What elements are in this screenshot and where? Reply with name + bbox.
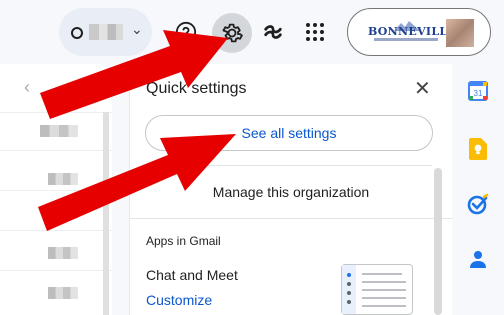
status-text-redacted (89, 24, 123, 40)
organization-logo: BONNEVILLE (366, 21, 456, 45)
older-page-button[interactable]: › (64, 77, 70, 98)
google-apps-button[interactable] (298, 15, 332, 49)
apps-grid-icon (306, 23, 324, 41)
table-row[interactable] (0, 230, 112, 259)
status-indicator-icon (71, 27, 83, 39)
manage-organization-link[interactable]: Manage this organization (130, 184, 452, 200)
settings-button[interactable] (212, 13, 252, 53)
divider (146, 165, 432, 166)
sender-redacted (48, 247, 78, 259)
help-circle-icon (175, 21, 197, 43)
account-button[interactable]: BONNEVILLE (347, 8, 491, 56)
tasks-icon (467, 193, 489, 215)
side-panel-rail: 31 (452, 64, 504, 315)
organization-logo-subtitle (374, 38, 438, 41)
chevron-down-icon: ⌄ (131, 21, 143, 37)
avatar (446, 19, 474, 47)
gemini-icon (264, 25, 282, 39)
gear-icon (222, 23, 243, 43)
divider (130, 218, 452, 219)
organization-logo-text: BONNEVILLE (368, 25, 457, 38)
mail-list-scrollbar[interactable] (103, 112, 109, 315)
keep-button[interactable] (466, 137, 490, 161)
sender-redacted (48, 207, 78, 219)
close-icon[interactable]: ✕ (414, 76, 431, 101)
quick-settings-panel: Quick settings ✕ See all settings Manage… (130, 64, 452, 315)
newer-page-button[interactable]: ‹ (24, 77, 30, 98)
sender-redacted (48, 173, 78, 185)
chat-and-meet-label: Chat and Meet (146, 267, 238, 283)
gemini-button[interactable] (256, 15, 290, 49)
help-button[interactable] (169, 15, 203, 49)
chat-layout-preview[interactable] (341, 264, 413, 315)
contacts-icon (470, 251, 486, 268)
keep-icon (469, 138, 487, 160)
calendar-button[interactable]: 31 (466, 79, 490, 103)
table-row[interactable] (0, 150, 112, 185)
table-row[interactable] (0, 190, 112, 219)
contacts-button[interactable] (466, 247, 490, 271)
tasks-button[interactable] (466, 192, 490, 216)
calendar-day: 31 (474, 89, 483, 98)
quick-settings-scrollbar[interactable] (434, 168, 442, 315)
preview-rail (342, 265, 356, 314)
quick-settings-title: Quick settings (146, 80, 247, 97)
table-row[interactable] (0, 270, 112, 299)
table-row[interactable] (0, 112, 112, 137)
calendar-icon: 31 (468, 81, 488, 101)
sender-redacted (40, 125, 78, 137)
customize-link[interactable]: Customize (146, 292, 212, 308)
see-all-settings-button[interactable]: See all settings (145, 115, 433, 151)
status-selector[interactable]: ⌄ (59, 8, 152, 56)
sender-redacted (48, 287, 78, 299)
apps-in-gmail-heading: Apps in Gmail (146, 234, 221, 248)
